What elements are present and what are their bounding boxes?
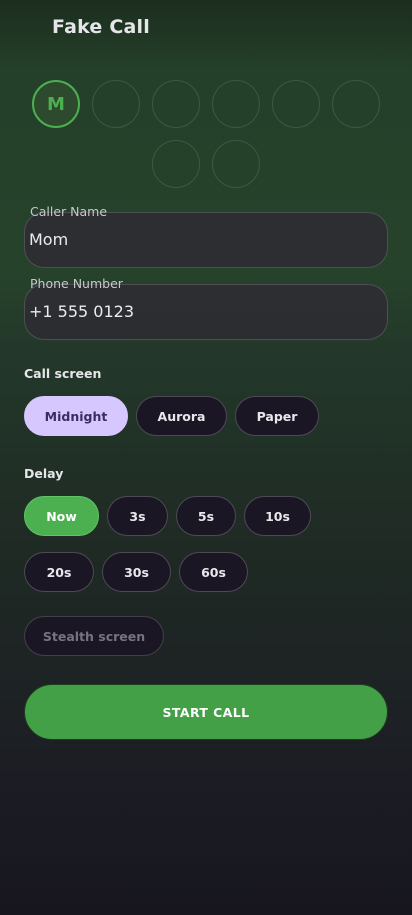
- delay-option-20s[interactable]: 20s: [24, 552, 94, 592]
- avatar-slot-empty[interactable]: [332, 80, 380, 128]
- avatar-slot-empty[interactable]: [152, 80, 200, 128]
- avatar-slot-empty[interactable]: [212, 140, 260, 188]
- avatar-slot-selected[interactable]: M: [32, 80, 80, 128]
- theme-option-paper[interactable]: Paper: [235, 396, 319, 436]
- caller-name-field[interactable]: Caller Name Mom: [24, 204, 388, 268]
- avatar-slot-empty[interactable]: [152, 140, 200, 188]
- delay-option-10s[interactable]: 10s: [244, 496, 311, 536]
- phone-number-label: Phone Number: [30, 276, 123, 291]
- delay-option-5s[interactable]: 5s: [176, 496, 236, 536]
- avatar-slot-empty[interactable]: [92, 80, 140, 128]
- delay-option-30s[interactable]: 30s: [102, 552, 171, 592]
- theme-option-midnight[interactable]: Midnight: [24, 396, 128, 436]
- stealth-screen-button[interactable]: Stealth screen: [24, 616, 164, 656]
- phone-number-field[interactable]: Phone Number +1 555 0123: [24, 276, 388, 340]
- caller-name-input[interactable]: Mom: [29, 230, 369, 249]
- start-call-button[interactable]: START CALL: [24, 684, 388, 740]
- caller-name-label: Caller Name: [30, 204, 108, 219]
- avatar-slot-empty[interactable]: [212, 80, 260, 128]
- delay-option-3s[interactable]: 3s: [107, 496, 168, 536]
- theme-option-aurora[interactable]: Aurora: [136, 396, 227, 436]
- delay-option-now[interactable]: Now: [24, 496, 99, 536]
- page-title: Fake Call: [52, 16, 150, 38]
- delay-option-60s[interactable]: 60s: [179, 552, 248, 592]
- avatar-slot-empty[interactable]: [272, 80, 320, 128]
- call-screen-label: Call screen: [24, 366, 102, 381]
- phone-number-input[interactable]: +1 555 0123: [29, 302, 369, 321]
- delay-label: Delay: [24, 466, 64, 481]
